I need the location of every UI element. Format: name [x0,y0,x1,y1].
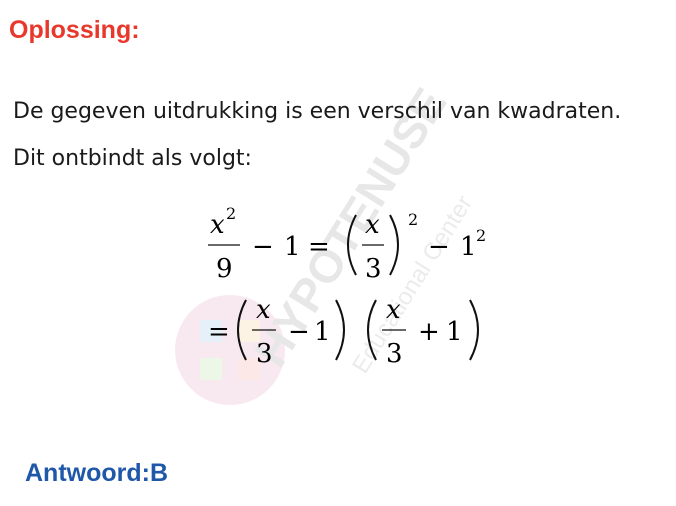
frac3-denominator: 3 [256,339,273,369]
equals-sign-2: = [208,317,230,347]
equation-line-1: x 2 9 − 1 = x 3 2 − 1 2 [208,204,486,284]
solution-heading: Oplossing: [9,16,140,44]
one-4: 1 [446,317,463,347]
frac4-numerator: x [386,295,401,325]
paren-left-2 [237,299,247,361]
frac4-denominator: 3 [386,339,403,369]
plus-sign: + [418,317,440,347]
paren-right-1 [389,214,399,276]
math-derivation: x 2 9 − 1 = x 3 2 − 1 2 = x 3 − 1 x 3 + … [208,204,486,369]
frac3-numerator: x [256,295,271,325]
paren-left-3 [367,299,377,361]
minus-sign-3: − [288,317,310,347]
frac1-numerator-exponent: 2 [226,204,236,223]
paren-exponent: 2 [408,210,418,229]
frac1-numerator: x [210,210,225,240]
one-2: 1 [460,232,477,262]
one-1: 1 [284,232,301,262]
frac2-denominator: 3 [365,254,382,284]
frac2-numerator: x [365,210,380,240]
minus-sign-2: − [428,232,450,262]
one-3: 1 [314,317,331,347]
one-exponent: 2 [476,226,486,245]
paren-left-1 [347,214,357,276]
frac1-denominator: 9 [216,254,233,284]
paren-right-2 [335,299,345,361]
paren-right-3 [469,299,479,361]
minus-sign-1: − [252,232,274,262]
equation-line-2: = x 3 − 1 x 3 + 1 [208,295,479,369]
equals-sign-1: = [308,232,330,262]
answer-label: Antwoord:B [25,459,169,487]
